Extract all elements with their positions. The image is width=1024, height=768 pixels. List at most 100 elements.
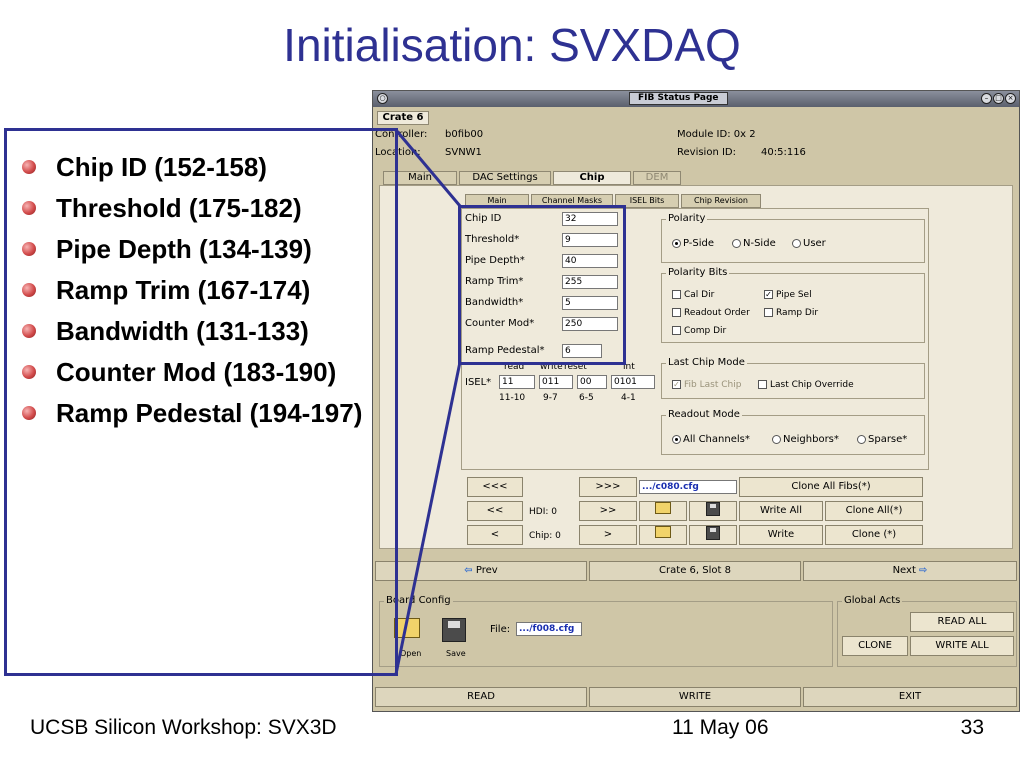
polarity-group: Polarity P-Side N-Side User <box>661 213 925 263</box>
write-all-global-button[interactable]: WRITE ALL <box>910 636 1014 656</box>
chip-config-file-field[interactable]: .../c080.cfg <box>639 480 737 494</box>
all-channels-radio[interactable]: All Channels* <box>672 434 750 445</box>
subtab-chip-revision[interactable]: Chip Revision <box>681 194 761 208</box>
save-disk-button[interactable] <box>689 501 737 521</box>
checkbox-label: Comp Dir <box>684 326 727 336</box>
last-chip-override-checkbox[interactable]: Last Chip Override <box>758 380 854 390</box>
checkbox-label: Ramp Dir <box>776 308 819 318</box>
last-chip-mode-group: Last Chip Mode ✓ Fib Last Chip Last Chip … <box>661 357 925 399</box>
isel-read-field[interactable]: 11 <box>499 375 535 389</box>
readout-mode-title: Readout Mode <box>666 409 742 420</box>
neighbors-radio[interactable]: Neighbors* <box>772 434 839 445</box>
isel-reset-field[interactable]: 00 <box>577 375 607 389</box>
step-forward-button[interactable]: > <box>579 525 637 545</box>
polarity-title: Polarity <box>666 213 708 224</box>
checkbox-icon <box>672 326 681 335</box>
polarity-user-radio[interactable]: User <box>792 238 826 249</box>
prev-label: Prev <box>475 565 498 576</box>
global-clone-button[interactable]: CLONE <box>842 636 908 656</box>
write-all-button[interactable]: Write All <box>739 501 823 521</box>
clone-all-fibs-button[interactable]: Clone All Fibs(*) <box>739 477 923 497</box>
checkbox-label: Fib Last Chip <box>684 380 742 390</box>
floppy-disk-icon <box>706 502 720 516</box>
save-label: Save <box>446 649 466 658</box>
open-label: Open <box>400 649 422 658</box>
radio-label: N-Side <box>743 238 776 249</box>
chip-number-label: Chip: 0 <box>529 531 561 541</box>
comp-dir-checkbox[interactable]: Comp Dir <box>672 326 726 336</box>
fast-forward-button[interactable]: >>> <box>579 477 637 497</box>
radio-label: Neighbors* <box>783 434 839 445</box>
minimize-icon[interactable]: – <box>981 93 992 104</box>
radio-selected-icon <box>672 434 681 444</box>
tab-dem[interactable]: DEM <box>633 171 681 185</box>
footer-left: UCSB Silicon Workshop: SVX3D <box>30 716 337 739</box>
isel-read-bits: 11-10 <box>499 393 526 403</box>
fast-back-button[interactable]: <<< <box>467 477 523 497</box>
tab-dac-settings[interactable]: DAC Settings <box>459 171 551 185</box>
fib-last-chip-checkbox[interactable]: ✓ Fib Last Chip <box>672 380 741 390</box>
board-save-disk-icon[interactable] <box>442 618 466 642</box>
radio-selected-icon <box>672 238 681 248</box>
window-menu-icon[interactable]: ○ <box>377 93 388 104</box>
slide-title: Initialisation: SVXDAQ <box>283 19 741 71</box>
open-folder-button[interactable] <box>639 525 687 545</box>
last-chip-mode-title: Last Chip Mode <box>666 357 747 368</box>
readout-mode-group: Readout Mode All Channels* Neighbors* Sp… <box>661 409 925 455</box>
isel-int-field[interactable]: 0101 <box>611 375 655 389</box>
polarity-n-side-radio[interactable]: N-Side <box>732 238 776 249</box>
next-button[interactable]: Next ⇨ <box>803 561 1017 581</box>
polarity-bits-group: Polarity Bits Cal Dir ✓ Pipe Sel Readout … <box>661 267 925 343</box>
window-title: FIB Status Page <box>629 92 728 105</box>
radio-label: All Channels* <box>683 434 750 445</box>
ramp-dir-checkbox[interactable]: Ramp Dir <box>764 308 818 318</box>
save-disk-button[interactable] <box>689 525 737 545</box>
polarity-p-side-radio[interactable]: P-Side <box>672 238 714 249</box>
checkbox-icon <box>758 380 767 389</box>
forward-button[interactable]: >> <box>579 501 637 521</box>
prev-button[interactable]: ⇦ Prev <box>375 561 587 581</box>
maximize-icon[interactable]: □ <box>993 93 1004 104</box>
page-number: 33 <box>960 716 984 739</box>
fib-status-window: ○ FIB Status Page – □ × Crate 6 Controll… <box>372 90 1020 712</box>
tab-chip[interactable]: Chip <box>553 171 631 185</box>
global-acts-title: Global Acts <box>842 595 903 606</box>
pipe-sel-checkbox[interactable]: ✓ Pipe Sel <box>764 290 812 300</box>
open-folder-button[interactable] <box>639 501 687 521</box>
checkbox-icon <box>672 308 681 317</box>
write-button[interactable]: Write <box>739 525 823 545</box>
tab-crate-6[interactable]: Crate 6 <box>377 111 429 125</box>
clone-button[interactable]: Clone (*) <box>825 525 923 545</box>
checkbox-label: Pipe Sel <box>776 290 812 300</box>
window-titlebar: ○ FIB Status Page – □ × <box>373 91 1019 107</box>
read-all-button[interactable]: READ ALL <box>910 612 1014 632</box>
radio-label: Sparse* <box>868 434 908 445</box>
file-label: File: <box>490 624 511 635</box>
cal-dir-checkbox[interactable]: Cal Dir <box>672 290 714 300</box>
revision-value: 40:5:116 <box>761 147 806 158</box>
clone-all-button[interactable]: Clone All(*) <box>825 501 923 521</box>
board-config-group: Board Config Open Save File: .../f008.cf… <box>379 595 833 667</box>
board-config-file-field[interactable]: .../f008.cfg <box>516 622 582 636</box>
isel-write-field[interactable]: 011 <box>539 375 573 389</box>
isel-write-bits: 9-7 <box>543 393 558 403</box>
polarity-bits-title: Polarity Bits <box>666 267 730 278</box>
write-bottom-button[interactable]: WRITE <box>589 687 801 707</box>
exit-button[interactable]: EXIT <box>803 687 1017 707</box>
radio-icon <box>772 434 781 444</box>
step-back-button[interactable]: < <box>467 525 523 545</box>
radio-icon <box>857 434 866 444</box>
module-id: Module ID: 0x 2 <box>677 129 756 140</box>
readout-order-checkbox[interactable]: Readout Order <box>672 308 750 318</box>
checkbox-icon <box>764 308 773 317</box>
arrow-left-icon: ⇦ <box>464 565 473 576</box>
checkbox-label: Readout Order <box>684 308 750 318</box>
sparse-radio[interactable]: Sparse* <box>857 434 907 445</box>
check-mark-icon: ✓ <box>764 290 773 299</box>
close-icon[interactable]: × <box>1005 93 1016 104</box>
checkbox-label: Cal Dir <box>684 290 715 300</box>
chip-fields-highlight-box <box>458 205 626 365</box>
back-button[interactable]: << <box>467 501 523 521</box>
folder-icon <box>655 502 671 514</box>
read-button[interactable]: READ <box>375 687 587 707</box>
